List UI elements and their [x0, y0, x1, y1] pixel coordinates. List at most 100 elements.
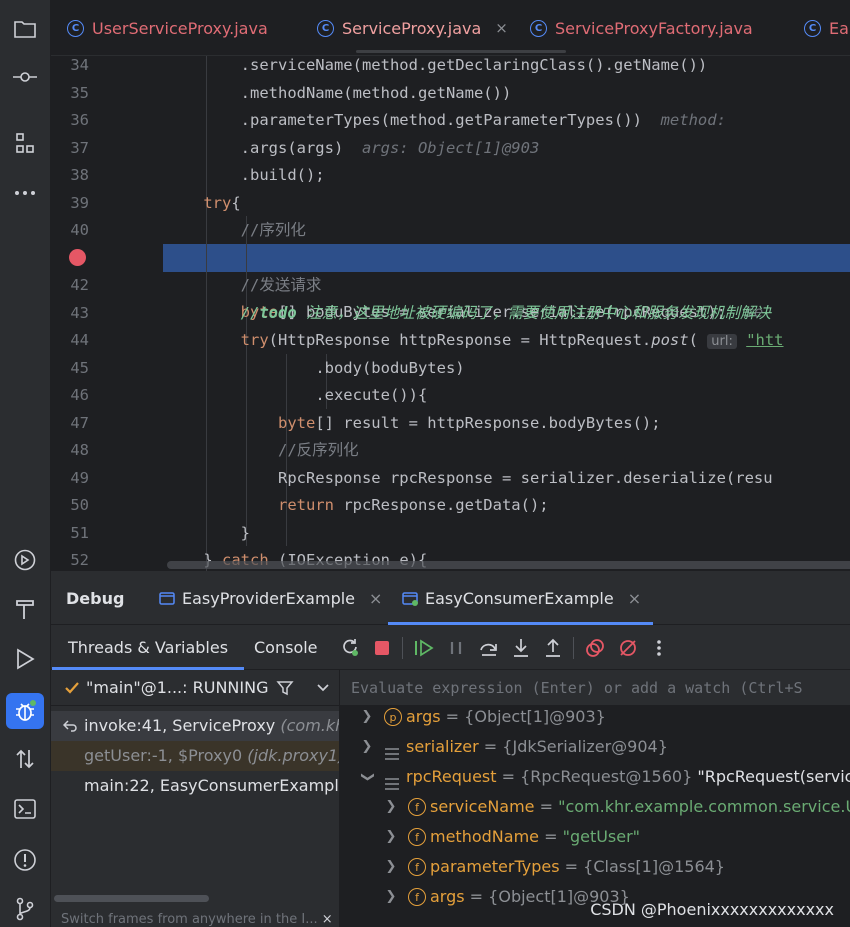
filter-icon[interactable] — [276, 679, 294, 697]
field-icon: f — [408, 888, 426, 906]
structure-icon[interactable] — [10, 128, 40, 158]
more-tools-icon[interactable] — [10, 178, 40, 208]
terminal-icon[interactable] — [10, 794, 40, 824]
debug-icon[interactable] — [6, 693, 44, 729]
code-line: 49 RpcResponse rpcResponse = serializer.… — [70, 468, 773, 487]
close-session-icon[interactable]: × — [628, 589, 641, 608]
code-line: 37 .args(args) args: Object[1]@903 — [70, 138, 540, 157]
tab-scroll-indicator — [356, 50, 566, 53]
tab-label: UserServiceProxy.java — [92, 18, 268, 38]
project-folder-icon[interactable] — [10, 14, 40, 44]
code-line: 40 //序列化 — [70, 221, 306, 239]
chevron-down-icon[interactable] — [316, 683, 330, 693]
tab-ea[interactable]: C Ea — [804, 0, 849, 55]
view-breakpoints-icon[interactable] — [584, 637, 606, 659]
stack-frame[interactable]: main:22, EasyConsumerExample — [51, 771, 339, 801]
parameter-name-hint: url: — [707, 334, 737, 349]
parameter-icon: p — [384, 708, 402, 726]
services-icon[interactable] — [10, 545, 40, 575]
session-label: EasyProviderExample — [182, 588, 356, 608]
frames-horizontal-scrollbar[interactable] — [54, 895, 209, 902]
java-class-icon: C — [317, 19, 334, 37]
commit-icon[interactable] — [10, 62, 40, 92]
inline-value-hint: method: — [660, 111, 726, 129]
thread-label: "main"@1...: RUNNING — [86, 678, 269, 697]
stop-icon[interactable] — [371, 637, 393, 659]
variable-row[interactable]: ❯ f parameterTypes = {Class[1]@1564} — [340, 852, 850, 882]
breakpoint-icon[interactable] — [69, 249, 86, 266]
resume-icon[interactable] — [413, 637, 435, 659]
tab-label: ServiceProxyFactory.java — [555, 18, 753, 38]
build-hammer-icon[interactable] — [10, 594, 40, 624]
problems-icon[interactable] — [10, 845, 40, 875]
step-over-icon[interactable] — [478, 637, 500, 659]
run-config-icon — [402, 591, 418, 606]
tab-userserviceproxy[interactable]: C UserServiceProxy.java — [67, 0, 268, 55]
variables-panel: Evaluate expression (Enter) or add a wat… — [340, 670, 850, 927]
return-arrow-icon — [63, 720, 77, 732]
code-line: 34 .serviceName(method.getDeclaringClass… — [70, 56, 708, 74]
frames-hint-text: Switch frames from anywhere in the I... … — [61, 912, 333, 927]
variable-row[interactable]: ❯ serializer = {JdkSerializer@904} — [340, 732, 850, 762]
tab-serviceproxy[interactable]: C ServiceProxy.java × — [317, 0, 508, 55]
run-icon[interactable] — [10, 644, 40, 674]
rerun-icon[interactable] — [339, 637, 361, 659]
java-class-icon: C — [530, 19, 547, 37]
git-branch-icon[interactable] — [10, 894, 40, 924]
tab-threads-variables[interactable]: Threads & Variables — [51, 625, 245, 670]
code-line: 45 .body(boduBytes) — [70, 358, 465, 377]
thread-selector[interactable]: "main"@1...: RUNNING — [51, 670, 339, 706]
tab-label: Ea — [829, 18, 849, 38]
debug-title: Debug — [66, 589, 125, 608]
step-out-icon[interactable] — [542, 637, 564, 659]
tab-console[interactable]: Console — [254, 625, 318, 670]
tab-label: ServiceProxy.java — [342, 18, 482, 38]
step-into-icon[interactable] — [510, 637, 532, 659]
debug-toolbar: Threads & Variables Console — [51, 625, 850, 670]
tab-serviceproxyfactory[interactable]: C ServiceProxyFactory.java — [530, 0, 753, 55]
editor-horizontal-scrollbar[interactable] — [167, 561, 850, 569]
stack-frame[interactable]: invoke:41, ServiceProxy (com.khr — [51, 711, 339, 741]
code-line: 36 .parameterTypes(method.getParameterTy… — [70, 111, 726, 129]
java-class-icon: C — [804, 19, 821, 37]
code-editor[interactable]: 34 .serviceName(method.getDeclaringClass… — [51, 56, 850, 571]
code-line: 39 try{ — [70, 193, 241, 212]
ide-window: C UserServiceProxy.java C ServiceProxy.j… — [0, 0, 850, 927]
stack-frame[interactable]: getUser:-1, $Proxy0 (jdk.proxy1) — [51, 741, 339, 771]
mute-breakpoints-icon[interactable] — [617, 637, 639, 659]
variable-row[interactable]: ❯ f methodName = "getUser" — [340, 822, 850, 852]
code-line-current: byte[] boduBytes = serializer.serialize(… — [51, 244, 850, 321]
code-line: 50 return rpcResponse.getData(); — [70, 496, 549, 514]
variable-row[interactable]: ❯ p args = {Object[1]@903} — [340, 702, 850, 732]
close-tab-icon[interactable]: × — [495, 19, 508, 37]
code-line: 44 try(HttpResponse httpResponse = HttpR… — [70, 331, 784, 349]
field-icon: f — [408, 828, 426, 846]
code-line: 47 byte[] result = httpResponse.bodyByte… — [70, 413, 661, 432]
field-icon: f — [408, 858, 426, 876]
code-line: 51 } — [70, 523, 250, 542]
code-line: 35 .methodName(method.getName()) — [70, 83, 512, 102]
watermark-text: CSDN @Phoenixxxxxxxxxxxxx — [590, 900, 834, 919]
session-tab-provider[interactable]: EasyProviderExample × — [159, 571, 382, 625]
pull-requests-arrows-icon[interactable] — [10, 744, 40, 774]
java-class-icon: C — [67, 19, 84, 37]
code-line: 48 //反序列化 — [70, 441, 359, 459]
more-actions-icon[interactable] — [648, 637, 670, 659]
code-line: 38 .build(); — [70, 166, 325, 184]
session-tab-consumer[interactable]: EasyConsumerExample × — [387, 571, 654, 625]
inline-value-hint: args: Object[1]@903 — [361, 138, 540, 157]
editor-tab-bar: C UserServiceProxy.java C ServiceProxy.j… — [51, 0, 850, 56]
run-config-icon — [159, 591, 175, 605]
code-line: 42 //发送请求 — [70, 276, 322, 294]
pause-icon[interactable] — [445, 637, 467, 659]
field-icon: f — [408, 798, 426, 816]
session-label: EasyConsumerExample — [425, 588, 614, 608]
code-line: 46 .execute()){ — [70, 386, 428, 404]
variable-row[interactable]: ❯ f serviceName = "com.khr.example.commo… — [340, 792, 850, 822]
evaluate-expression-input[interactable]: Evaluate expression (Enter) or add a wat… — [340, 670, 850, 706]
check-icon — [65, 681, 79, 694]
close-session-icon[interactable]: × — [369, 589, 382, 608]
left-tool-strip — [0, 0, 51, 927]
code-line: 43 //todo 注意，这里地址被硬编码了，需要使用注册中心和服务发现机制解决 — [70, 303, 771, 322]
variable-row-expanded[interactable]: ❯ rpcRequest = {RpcRequest@1560} "RpcReq… — [340, 762, 850, 792]
